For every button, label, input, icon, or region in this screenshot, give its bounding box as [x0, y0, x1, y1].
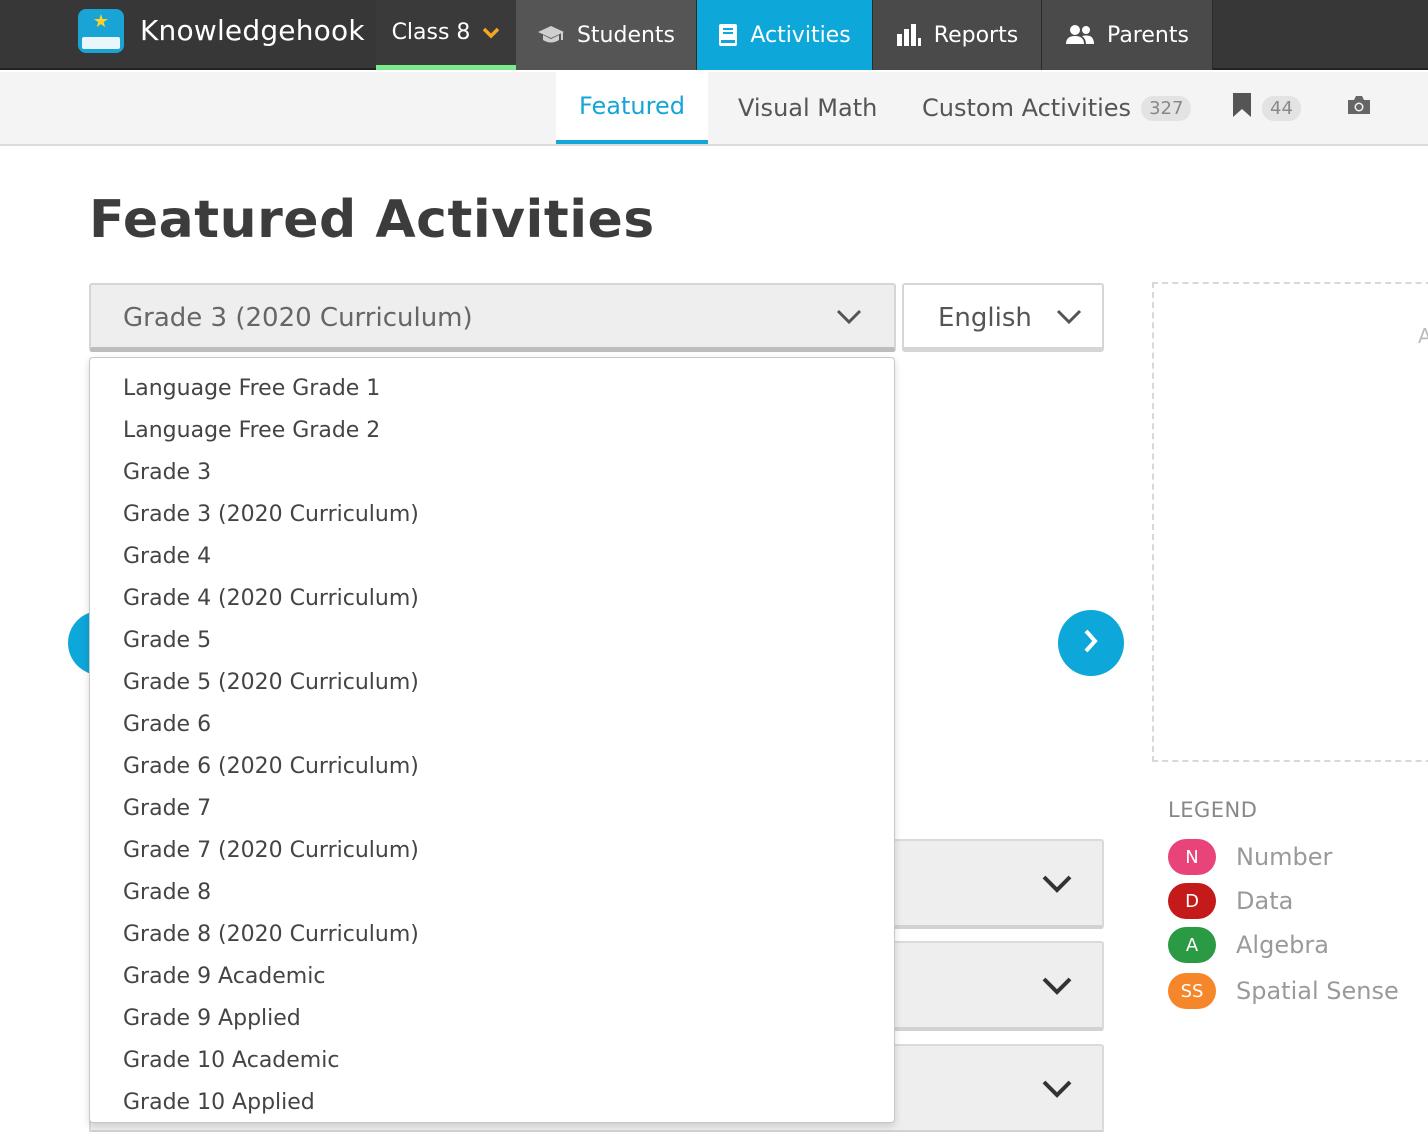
grade-option[interactable]: Grade 3 (2020 Curriculum) [90, 494, 894, 536]
tab-snapshots[interactable] [1346, 72, 1372, 144]
class-selector-label: Class 8 [391, 20, 471, 45]
grade-option[interactable]: Grade 10 Academic [90, 1040, 894, 1082]
grade-option[interactable]: Grade 8 (2020 Curriculum) [90, 914, 894, 956]
chevron-down-icon[interactable] [1042, 875, 1072, 897]
nav-parents[interactable]: Parents [1042, 0, 1213, 70]
tab-visual-math[interactable]: Visual Math [738, 72, 877, 144]
language-select-value: English [938, 303, 1032, 333]
tab-custom-activities-label: Custom Activities [922, 94, 1132, 122]
legend-label: Data [1236, 887, 1294, 915]
grade-option[interactable]: Grade 9 Academic [90, 956, 894, 998]
grade-option[interactable]: Grade 3 [90, 452, 894, 494]
graduation-cap-icon [537, 24, 565, 46]
chevron-down-icon[interactable] [1042, 977, 1072, 999]
nav-reports[interactable]: Reports [872, 0, 1042, 70]
tab-featured[interactable]: Featured [556, 72, 708, 144]
book-icon [718, 23, 738, 47]
legend-title: LEGEND [1168, 798, 1258, 822]
carousel-next-button[interactable] [1058, 610, 1124, 676]
chevron-right-icon [1083, 628, 1099, 658]
bookmarks-count-badge: 44 [1262, 95, 1301, 121]
tab-bookmarks[interactable]: 44 [1232, 72, 1301, 144]
tab-visual-math-label: Visual Math [738, 94, 878, 122]
grade-dropdown-list: Language Free Grade 1 Language Free Grad… [89, 357, 895, 1123]
grade-option[interactable]: Grade 4 (2020 Curriculum) [90, 578, 894, 620]
custom-activities-count-badge: 327 [1141, 95, 1192, 121]
top-navbar: ★ Knowledgehook Class 8 Students Activit… [0, 0, 1428, 70]
camera-icon [1346, 94, 1372, 122]
knowledgehook-logo-icon[interactable]: ★ [78, 9, 124, 53]
grade-option[interactable]: Grade 5 (2020 Curriculum) [90, 662, 894, 704]
nav-activities-label: Activities [750, 22, 851, 48]
chevron-down-icon[interactable] [1042, 1080, 1072, 1102]
legend-label: Algebra [1236, 931, 1329, 959]
page-title: Featured Activities [89, 190, 655, 250]
grade-option[interactable]: Grade 8 [90, 872, 894, 914]
nav-activities[interactable]: Activities [697, 0, 872, 70]
panel-text: A [1418, 324, 1428, 348]
legend-label: Spatial Sense [1236, 977, 1399, 1005]
tab-custom-activities[interactable]: Custom Activities 327 [922, 72, 1192, 144]
legend-item-number: N Number [1168, 839, 1332, 875]
legend-badge: SS [1168, 973, 1216, 1009]
nav-reports-label: Reports [933, 22, 1019, 48]
legend-badge: N [1168, 839, 1216, 875]
grade-option[interactable]: Language Free Grade 1 [90, 368, 894, 410]
legend-item-data: D Data [1168, 883, 1293, 919]
chevron-down-icon [482, 27, 500, 39]
grade-option[interactable]: Grade 10 Applied [90, 1082, 894, 1124]
class-selector[interactable]: Class 8 [376, 0, 516, 70]
brand-name[interactable]: Knowledgehook [140, 14, 365, 47]
legend-label: Number [1236, 843, 1333, 871]
grade-option[interactable]: Language Free Grade 2 [90, 410, 894, 452]
legend-item-spatial-sense: SS Spatial Sense [1168, 973, 1399, 1009]
grade-option[interactable]: Grade 9 Applied [90, 998, 894, 1040]
nav-parents-label: Parents [1107, 22, 1189, 48]
grade-option[interactable]: Grade 6 (2020 Curriculum) [90, 746, 894, 788]
language-select[interactable]: English [902, 283, 1104, 352]
nav-students-label: Students [576, 22, 676, 48]
tab-featured-label: Featured [579, 92, 685, 120]
grade-option[interactable]: Grade 4 [90, 536, 894, 578]
grade-option[interactable]: Grade 7 (2020 Curriculum) [90, 830, 894, 872]
grade-option[interactable]: Grade 6 [90, 704, 894, 746]
users-icon [1065, 24, 1095, 46]
grade-option[interactable]: Grade 5 [90, 620, 894, 662]
legend-item-algebra: A Algebra [1168, 927, 1329, 963]
legend-badge: D [1168, 883, 1216, 919]
activity-preview-panel: A [1152, 282, 1428, 762]
nav-students[interactable]: Students [516, 0, 697, 70]
legend-badge: A [1168, 927, 1216, 963]
grade-select[interactable]: Grade 3 (2020 Curriculum) [89, 283, 896, 352]
grade-option[interactable]: Grade 7 [90, 788, 894, 830]
chevron-down-icon [1056, 309, 1082, 329]
bookmark-icon [1232, 92, 1252, 124]
grade-select-value: Grade 3 (2020 Curriculum) [123, 303, 473, 333]
activities-subnav: Featured Visual Math Custom Activities 3… [0, 72, 1428, 146]
chevron-down-icon [836, 309, 862, 329]
bar-chart-icon [896, 24, 922, 46]
